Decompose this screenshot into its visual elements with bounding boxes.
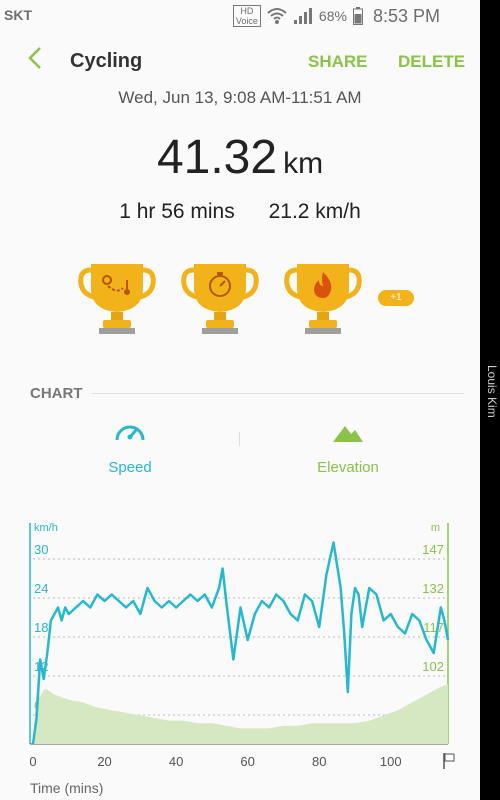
delete-button[interactable]: DELETE	[398, 52, 465, 72]
avg-speed-value: 21.2 km/h	[268, 200, 361, 223]
section-divider	[92, 393, 464, 394]
wifi-icon	[267, 8, 287, 24]
left-tick-label: 24	[34, 581, 48, 596]
tab-speed[interactable]: Speed	[50, 420, 210, 476]
duration-value: 1 hr 56 mins	[119, 200, 235, 223]
clock: 8:53 PM	[372, 5, 440, 26]
right-tick-label: 132	[422, 581, 444, 596]
elevation-area	[33, 684, 448, 744]
left-tick-label: 30	[34, 542, 48, 557]
app-bar: Cycling SHARE DELETE	[0, 32, 480, 90]
battery-icon	[352, 7, 363, 25]
extra-badge[interactable]: +1	[378, 290, 414, 306]
tab-elevation-label: Elevation	[317, 459, 379, 476]
battery-percent: 68%	[318, 8, 347, 24]
distance-display: 41.32 km	[0, 130, 480, 185]
distance-unit: km	[283, 147, 324, 180]
x-tick-label: 60	[240, 754, 254, 769]
x-tick-label: 0	[29, 754, 36, 769]
finish-flag-icon	[443, 753, 455, 769]
x-tick-label: 100	[380, 754, 402, 769]
left-tick-label: 18	[34, 620, 48, 635]
signal-icon	[293, 8, 312, 24]
tab-elevation[interactable]: Elevation	[268, 420, 428, 476]
voice-label: Voice	[235, 16, 258, 26]
chart-section-label: CHART	[30, 385, 83, 402]
hd-voice-icon: HD Voice	[232, 5, 261, 27]
right-tick-label: 147	[422, 542, 444, 557]
workout-datetime: Wed, Jun 13, 9:08 AM-11:51 AM	[118, 88, 362, 107]
x-axis-label: Time (mins)	[30, 780, 103, 796]
calorie-trophy-icon[interactable]	[283, 258, 363, 338]
hd-label: HD	[240, 6, 254, 16]
x-tick-label: 40	[169, 754, 183, 769]
back-button[interactable]	[22, 44, 50, 72]
tab-divider	[239, 432, 240, 446]
speedometer-icon	[115, 425, 145, 441]
share-button[interactable]: SHARE	[308, 52, 368, 72]
route-trophy-icon[interactable]	[77, 258, 157, 338]
mountain-icon	[333, 426, 363, 442]
workout-stats: 1 hr 56 mins 21.2 km/h	[0, 200, 480, 224]
left-axis-unit: km/h	[34, 522, 58, 534]
right-tick-label: 102	[422, 659, 444, 674]
carrier-label: SKT	[4, 7, 32, 23]
x-tick-label: 80	[312, 754, 326, 769]
x-tick-label: 20	[97, 754, 111, 769]
right-tick-label: 117	[423, 620, 444, 635]
page-title: Cycling	[70, 50, 143, 72]
screen: SKT HD Voice 68% 8:53 PM Cycling SHARE D…	[0, 0, 480, 800]
side-watermark: Louis Kim	[485, 365, 499, 418]
tab-speed-label: Speed	[108, 459, 152, 476]
status-icons: HD Voice 68% 8:53 PM	[232, 5, 440, 27]
distance-value: 41.32	[156, 131, 278, 184]
right-axis-unit: m	[431, 522, 440, 534]
status-bar: SKT HD Voice 68% 8:53 PM	[0, 0, 480, 32]
speed-elevation-chart: km/hm30241812614713211710287020406080100…	[29, 522, 455, 796]
stopwatch-trophy-icon[interactable]	[180, 258, 260, 338]
